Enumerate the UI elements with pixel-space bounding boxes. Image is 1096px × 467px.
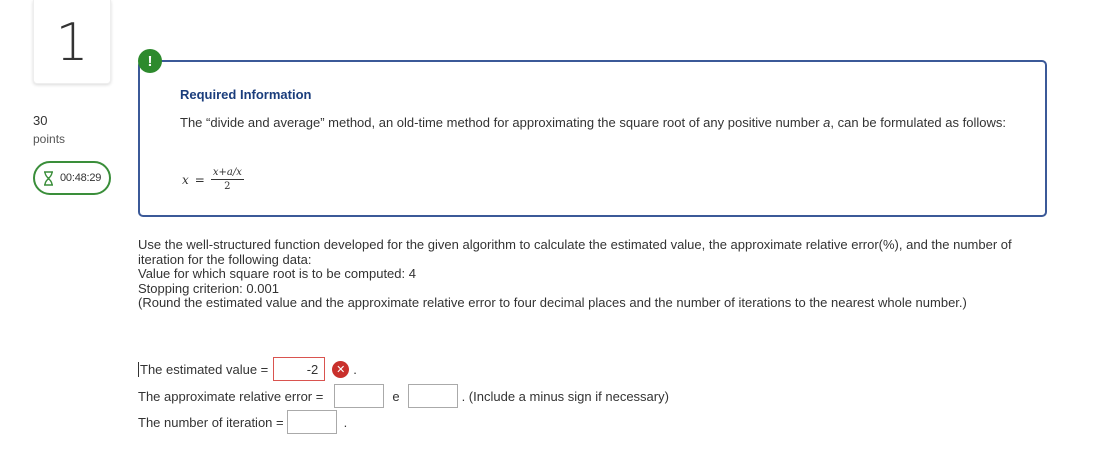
exponent-symbol: e: [392, 388, 400, 404]
required-information-box: Required Information The “divide and ave…: [138, 60, 1047, 217]
estimated-value-row: The estimated value = ✕ .: [138, 357, 357, 381]
iteration-period: .: [343, 414, 348, 430]
text-cursor: [138, 361, 139, 377]
x-circle-icon: ✕: [332, 360, 350, 378]
formula-lhs: x: [182, 172, 189, 187]
problem-line-2: Value for which square root is to be com…: [138, 266, 416, 281]
formula-numerator: x+a/x: [210, 167, 244, 180]
required-info-text: The “divide and average” method, an old-…: [180, 115, 1020, 131]
timer-badge[interactable]: 00:48:29: [33, 161, 111, 195]
iteration-input[interactable]: [286, 410, 337, 434]
formula: x = x+a/x 2: [182, 167, 244, 192]
timer-text: 00:48:29: [60, 172, 102, 184]
relative-error-mantissa-input[interactable]: [334, 384, 385, 408]
exclamation-icon: !: [138, 49, 162, 73]
points-value: 30: [33, 113, 48, 128]
problem-line-1: Use the well-structured function develop…: [138, 237, 1012, 267]
problem-line-3: Stopping criterion: 0.001: [138, 280, 279, 296]
formula-fraction: x+a/x 2: [210, 167, 244, 192]
estimated-period: .: [353, 361, 357, 377]
info-text-part1: The “divide and average” method, an old-…: [180, 115, 824, 130]
estimated-value-input[interactable]: [273, 357, 326, 381]
required-info-title: Required Information: [180, 87, 312, 102]
iteration-label: The number of iteration =: [138, 414, 284, 430]
points-label: points: [33, 132, 66, 146]
relative-error-row: The approximate relative error = e . (In…: [138, 384, 669, 408]
relative-error-hint: . (Include a minus sign if necessary): [461, 388, 669, 404]
relative-error-label: The approximate relative error =: [138, 388, 324, 404]
info-text-part2: , can be formulated as follows:: [830, 115, 1006, 130]
relative-error-exponent-input[interactable]: [407, 384, 458, 408]
question-number-card: 1: [33, 0, 111, 84]
hourglass-icon: [41, 170, 55, 186]
iteration-row: The number of iteration = .: [138, 410, 347, 434]
formula-denominator: 2: [224, 181, 231, 192]
problem-statement: Use the well-structured function develop…: [138, 237, 1043, 311]
estimated-value-label: The estimated value =: [140, 361, 269, 377]
formula-equals: =: [194, 172, 205, 187]
question-number: 1: [55, 12, 89, 73]
problem-line-4: (Round the estimated value and the appro…: [138, 295, 967, 310]
